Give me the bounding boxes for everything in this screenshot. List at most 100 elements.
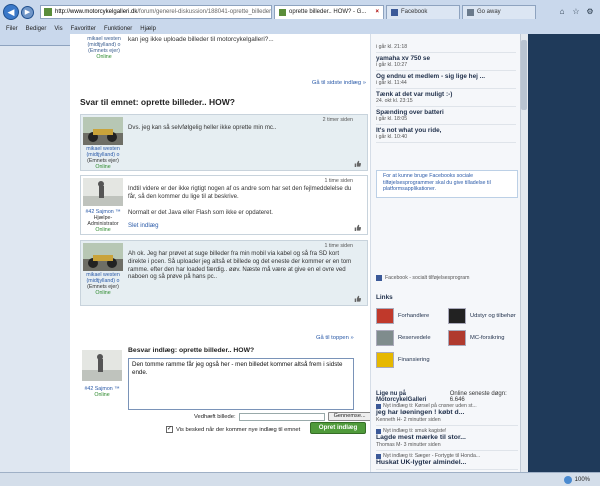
recent-topic-item[interactable]: Tænk at det var muligt :-) 24. okt kl. 2…	[376, 89, 516, 107]
activity-item[interactable]: Nyt indlæg ti: Sæger - Fortygte til Hond…	[376, 451, 518, 470]
url-path: /forum/generel-diskussion/188041-oprette…	[137, 9, 272, 15]
online-status: Online	[95, 164, 111, 170]
page-background-right	[528, 34, 600, 472]
thumbs-up-icon[interactable]	[354, 295, 361, 302]
facebook-icon	[376, 428, 381, 434]
post-text: kan jeg ikke uploade billeder til motorc…	[128, 36, 274, 43]
link-equipment[interactable]: Udstyr og tilbehør	[448, 306, 518, 326]
author-name[interactable]: mikael westen (midtjylland) o	[81, 272, 125, 284]
star-icon[interactable]: ☆	[569, 6, 583, 18]
home-icon[interactable]: ⌂	[555, 6, 569, 18]
recent-topic-title: Spænding over batteri	[376, 109, 444, 116]
tab-facebook[interactable]: Facebook	[386, 5, 460, 19]
main-column: mikael westen (midtjylland) o (Emnets ej…	[70, 34, 372, 472]
link-spare-parts[interactable]: Reservedele	[376, 328, 446, 348]
activity-title: Lagde mest mærke til stor...	[376, 434, 466, 441]
forum-post: #42 Sajmon ™ Hjælpe-Administrator Online…	[80, 175, 368, 235]
status-bar: 100%	[0, 472, 600, 486]
recent-topic-item[interactable]: It's not what you ride, i går kl. 10:40	[376, 125, 516, 143]
address-row: ◀ ▶ http://www.motorcykelgalleri.dk /for…	[0, 0, 600, 24]
menu-item-favorites[interactable]: Favoritter	[71, 26, 96, 32]
recent-topics: i går kl. 21:18 yamaha xv 750 se i går k…	[376, 42, 516, 143]
author-caption: mikael westen (midtjylland) o (Emnets ej…	[81, 272, 125, 296]
notify-checkbox[interactable]: ✓	[166, 426, 173, 433]
recent-topic-item[interactable]: yamaha xv 750 se i går kl. 10:27	[376, 53, 516, 71]
dealers-icon	[376, 308, 394, 324]
recent-topic-meta: i går kl. 11:44	[376, 80, 407, 86]
post-time: 2 timer siden	[322, 117, 353, 123]
facebook-icon	[376, 275, 382, 281]
page-icon	[467, 9, 474, 16]
globe-icon	[563, 475, 572, 484]
post-paragraph: Dvs. jeg kan så selvfølgelig heller ikke…	[128, 124, 277, 131]
post-paragraph: Ah ok. Jeg har prøvet at suge billeder f…	[128, 250, 352, 281]
activity-item[interactable]: Nyt indlæg ti: Kørsel på cnsner uden st.…	[376, 401, 518, 426]
link-label: MC-forsikring	[470, 335, 505, 341]
recent-topic-item[interactable]: Spænding over batteri i går kl. 18:05	[376, 107, 516, 125]
online-status: Online	[96, 54, 112, 60]
activity-byline: Thomas M- 3 minutter siden	[376, 442, 441, 448]
insurance-icon	[448, 330, 466, 346]
attach-image-label: Vedhæft billede:	[194, 413, 236, 420]
post-body: Ah ok. Jeg har prøvet at suge billeder f…	[128, 250, 354, 281]
reply-textarea[interactable]: Den tomme ramme får jeg også her - men b…	[128, 358, 354, 410]
activity-item[interactable]: Nyt indlæg ti: smuk kagiste! Lagde mest …	[376, 426, 518, 451]
link-label: Reservedele	[398, 335, 431, 341]
recent-topic-item[interactable]: Og endnu et medlem - sig lige hej ... i …	[376, 71, 516, 89]
link-dealers[interactable]: Forhandlere	[376, 306, 446, 326]
link-insurance[interactable]: MC-forsikring	[448, 328, 518, 348]
back-button[interactable]: ◀	[3, 4, 19, 20]
avatar[interactable]	[83, 117, 123, 145]
menu-item-edit[interactable]: Bediger	[26, 26, 47, 32]
goto-top-link[interactable]: Gå til toppen »	[316, 335, 354, 341]
goto-last-post-link[interactable]: Gå til sidste indlæg »	[270, 80, 366, 86]
menu-item-view[interactable]: Vis	[54, 26, 62, 32]
avatar[interactable]	[83, 178, 123, 206]
address-bar[interactable]: http://www.motorcykelgalleri.dk /forum/g…	[40, 5, 272, 19]
activity-byline: Kenneth H- 2 minutter siden	[376, 417, 441, 423]
zoom-level: 100%	[574, 476, 590, 483]
menu-item-tools[interactable]: Funktioner	[104, 26, 132, 32]
facebook-icon	[376, 453, 381, 459]
author-name[interactable]: mikael westen (midtjylland) o	[84, 36, 124, 48]
recent-topic-item[interactable]: i går kl. 21:18	[376, 42, 516, 53]
submit-reply-button[interactable]: Opret indlæg	[310, 422, 366, 434]
avatar[interactable]	[83, 243, 123, 271]
url-host: http://www.motorcykelgalleri.dk	[55, 9, 138, 15]
thumbs-up-icon[interactable]	[354, 160, 361, 167]
recent-topic-title: It's not what you ride,	[376, 127, 442, 134]
tab-forum[interactable]: oprette billeder.. HOW? - G... ×	[274, 5, 384, 19]
activity-title: Huskat UK-lygter almindel...	[376, 459, 467, 466]
link-label: Forhandlere	[398, 313, 430, 319]
facebook-permission-box[interactable]: For at kunne bruge Facebooks sociale til…	[376, 170, 518, 198]
attach-image-row: Vedhæft billede: Gennemse...	[194, 412, 374, 421]
post-paragraph: Indtil videre er der ikke rigtigt nogen …	[128, 185, 352, 200]
gear-icon[interactable]: ⚙	[583, 6, 597, 18]
tab-close-icon[interactable]: ×	[375, 6, 379, 19]
tab-go-away[interactable]: Go away	[462, 5, 536, 19]
post-time: 1 time siden	[324, 178, 353, 184]
attach-image-field[interactable]	[238, 412, 325, 421]
recent-topic-title: yamaha xv 750 se	[376, 55, 431, 62]
author-name[interactable]: mikael westen (midtjylland) o	[81, 146, 125, 158]
delete-post-link[interactable]: Slet indlæg	[128, 222, 354, 230]
menu-item-help[interactable]: Hjælp	[140, 26, 156, 32]
recent-topic-meta: 24. okt kl. 23:15	[376, 98, 413, 104]
scrollbar-thumb[interactable]	[521, 40, 527, 110]
reply-form-title: Besvar indlæg: oprette billeder.. HOW?	[128, 347, 255, 354]
notify-row: ✓ Vis besked når der kommer nye indlæg t…	[166, 426, 300, 433]
forward-button[interactable]: ▶	[21, 5, 34, 19]
post-time: 1 time siden	[324, 243, 353, 249]
menu-item-file[interactable]: Filer	[6, 26, 18, 32]
link-financing[interactable]: Finansiering	[376, 350, 446, 370]
forum-post: mikael westen (midtjylland) o (Emnets ej…	[80, 240, 368, 306]
thumbs-up-icon[interactable]	[354, 224, 361, 231]
recent-topic-meta: i går kl. 10:40	[376, 134, 408, 140]
spare-parts-icon	[376, 330, 394, 346]
zoom-control[interactable]: 100%	[563, 475, 590, 484]
author-caption: mikael westen (midtjylland) o (Emnets ej…	[81, 146, 125, 170]
facebook-plugin-label: Facebook - socialt tilføjelsesprogram	[385, 275, 470, 281]
post-body: Dvs. jeg kan så selvfølgelig heller ikke…	[128, 124, 354, 132]
browse-button[interactable]: Gennemse...	[327, 412, 372, 421]
recent-topic-title: Og endnu et medlem - sig lige hej ...	[376, 73, 486, 80]
